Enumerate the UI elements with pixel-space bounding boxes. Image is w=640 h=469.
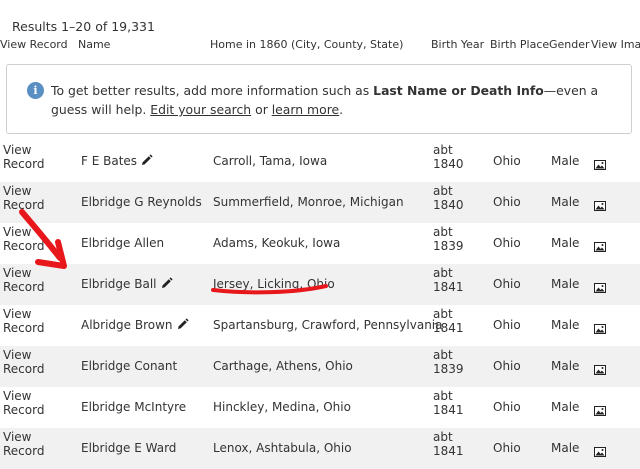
view-record-link[interactable]: View Record — [3, 266, 63, 294]
gender: Male — [551, 441, 580, 455]
home-1860: Lenox, Ashtabula, Ohio — [213, 441, 352, 455]
table-row: View Record Elbridge Allen Adams, Keokuk, … — [0, 223, 640, 264]
col-header-gender[interactable]: Gender — [549, 38, 590, 51]
birth-place: Ohio — [493, 359, 521, 373]
birth-year: abt 1839 — [433, 225, 464, 253]
birth-year: abt 1840 — [433, 184, 464, 212]
home-1860: Summerfield, Monroe, Michigan — [213, 195, 404, 209]
info-icon: i — [27, 82, 44, 99]
view-record-link[interactable]: View Record — [3, 143, 63, 171]
table-row: View Record Elbridge Ball Jersey, Licking,… — [0, 264, 640, 305]
home-1860: Carroll, Tama, Iowa — [213, 154, 328, 168]
image-icon[interactable] — [594, 401, 606, 416]
table-row: View Record Elbridge Conant Carthage, Athe… — [0, 346, 640, 387]
table-row: View Record Elbridge McIntyre Hinckley, Me… — [0, 387, 640, 428]
birth-year: abt 1841 — [433, 307, 464, 335]
view-record-link[interactable]: View Record — [3, 184, 63, 212]
table-row: View Record Elbridge G Reynolds Summerfiel… — [0, 182, 640, 223]
home-1860: Hinckley, Medina, Ohio — [213, 400, 351, 414]
gender: Male — [551, 400, 580, 414]
pencil-icon[interactable] — [140, 154, 153, 167]
birth-year: abt 1841 — [433, 266, 464, 294]
edit-search-link[interactable]: Edit your search — [150, 102, 251, 117]
person-name-text: Elbridge Conant — [81, 359, 178, 373]
person-name-text: Albridge Brown — [81, 318, 173, 332]
home-1860: Carthage, Athens, Ohio — [213, 359, 353, 373]
image-icon[interactable] — [594, 360, 606, 375]
col-header-name[interactable]: Name — [78, 38, 110, 51]
table-row: View Record F E Bates Carroll, Tama, Iowa a… — [0, 141, 640, 182]
birth-place: Ohio — [493, 154, 521, 168]
gender: Male — [551, 154, 580, 168]
gender: Male — [551, 195, 580, 209]
image-icon[interactable] — [594, 278, 606, 293]
view-record-link[interactable]: View Record — [3, 307, 63, 335]
birth-place: Ohio — [493, 441, 521, 455]
gender: Male — [551, 236, 580, 250]
birth-place: Ohio — [493, 195, 521, 209]
view-record-link[interactable]: View Record — [3, 389, 63, 417]
person-name-text: Elbridge E Ward — [81, 441, 177, 455]
table-row: View Record Albridge Brown Spartansburg, C… — [0, 305, 640, 346]
image-icon[interactable] — [594, 155, 606, 170]
hint-prefix: To get better results, add more informat… — [51, 83, 374, 98]
person-name: Elbridge Allen — [81, 236, 164, 250]
birth-year: abt 1841 — [433, 389, 464, 417]
pencil-icon[interactable] — [176, 318, 189, 331]
person-name: Elbridge G Reynolds — [81, 195, 202, 209]
person-name-text: Elbridge G Reynolds — [81, 195, 202, 209]
person-name-text: Elbridge Ball — [81, 277, 157, 291]
search-hint-text: To get better results, add more informat… — [51, 81, 623, 119]
person-name: Elbridge McIntyre — [81, 400, 186, 414]
table-row: View Record Elbridge E Ward Lenox, Ashtabu… — [0, 428, 640, 469]
person-name-text: F E Bates — [81, 154, 138, 168]
person-name-text: Elbridge Allen — [81, 236, 165, 250]
birth-place: Ohio — [493, 277, 521, 291]
home-1860: Adams, Keokuk, Iowa — [213, 236, 341, 250]
image-icon[interactable] — [594, 237, 606, 252]
person-name: F E Bates — [81, 154, 153, 168]
person-name: Albridge Brown — [81, 318, 189, 332]
view-record-link[interactable]: View Record — [3, 430, 63, 458]
results-count: Results 1–20 of 19,331 — [12, 19, 155, 34]
person-name: Elbridge E Ward — [81, 441, 176, 455]
col-header-view-image: View Image — [591, 38, 640, 51]
person-name-text: Elbridge McIntyre — [81, 400, 187, 414]
col-header-birth-place[interactable]: Birth Place — [490, 38, 549, 51]
col-header-birth-year[interactable]: Birth Year — [431, 38, 484, 51]
gender: Male — [551, 359, 580, 373]
home-1860: Jersey, Licking, Ohio — [213, 277, 335, 291]
person-name: Elbridge Conant — [81, 359, 177, 373]
image-icon[interactable] — [594, 319, 606, 334]
search-hint-box: i To get better results, add more inform… — [6, 64, 632, 134]
image-icon[interactable] — [594, 196, 606, 211]
learn-more-link[interactable]: learn more — [272, 102, 339, 117]
gender: Male — [551, 318, 580, 332]
hint-bold: Last Name or Death Info — [373, 83, 544, 98]
birth-place: Ohio — [493, 318, 521, 332]
home-1860: Spartansburg, Crawford, Pennsylvania — [213, 318, 443, 332]
col-header-home[interactable]: Home in 1860 (City, County, State) — [210, 38, 403, 51]
pencil-icon[interactable] — [160, 277, 173, 290]
person-name: Elbridge Ball — [81, 277, 173, 291]
birth-place: Ohio — [493, 400, 521, 414]
birth-year: abt 1841 — [433, 430, 464, 458]
hint-or: or — [251, 102, 272, 117]
col-header-view-record: View Record — [0, 38, 68, 51]
view-record-link[interactable]: View Record — [3, 225, 63, 253]
birth-year: abt 1840 — [433, 143, 464, 171]
view-record-link[interactable]: View Record — [3, 348, 63, 376]
hint-end: . — [339, 102, 344, 117]
birth-place: Ohio — [493, 236, 521, 250]
birth-year: abt 1839 — [433, 348, 464, 376]
image-icon[interactable] — [594, 442, 606, 457]
gender: Male — [551, 277, 580, 291]
